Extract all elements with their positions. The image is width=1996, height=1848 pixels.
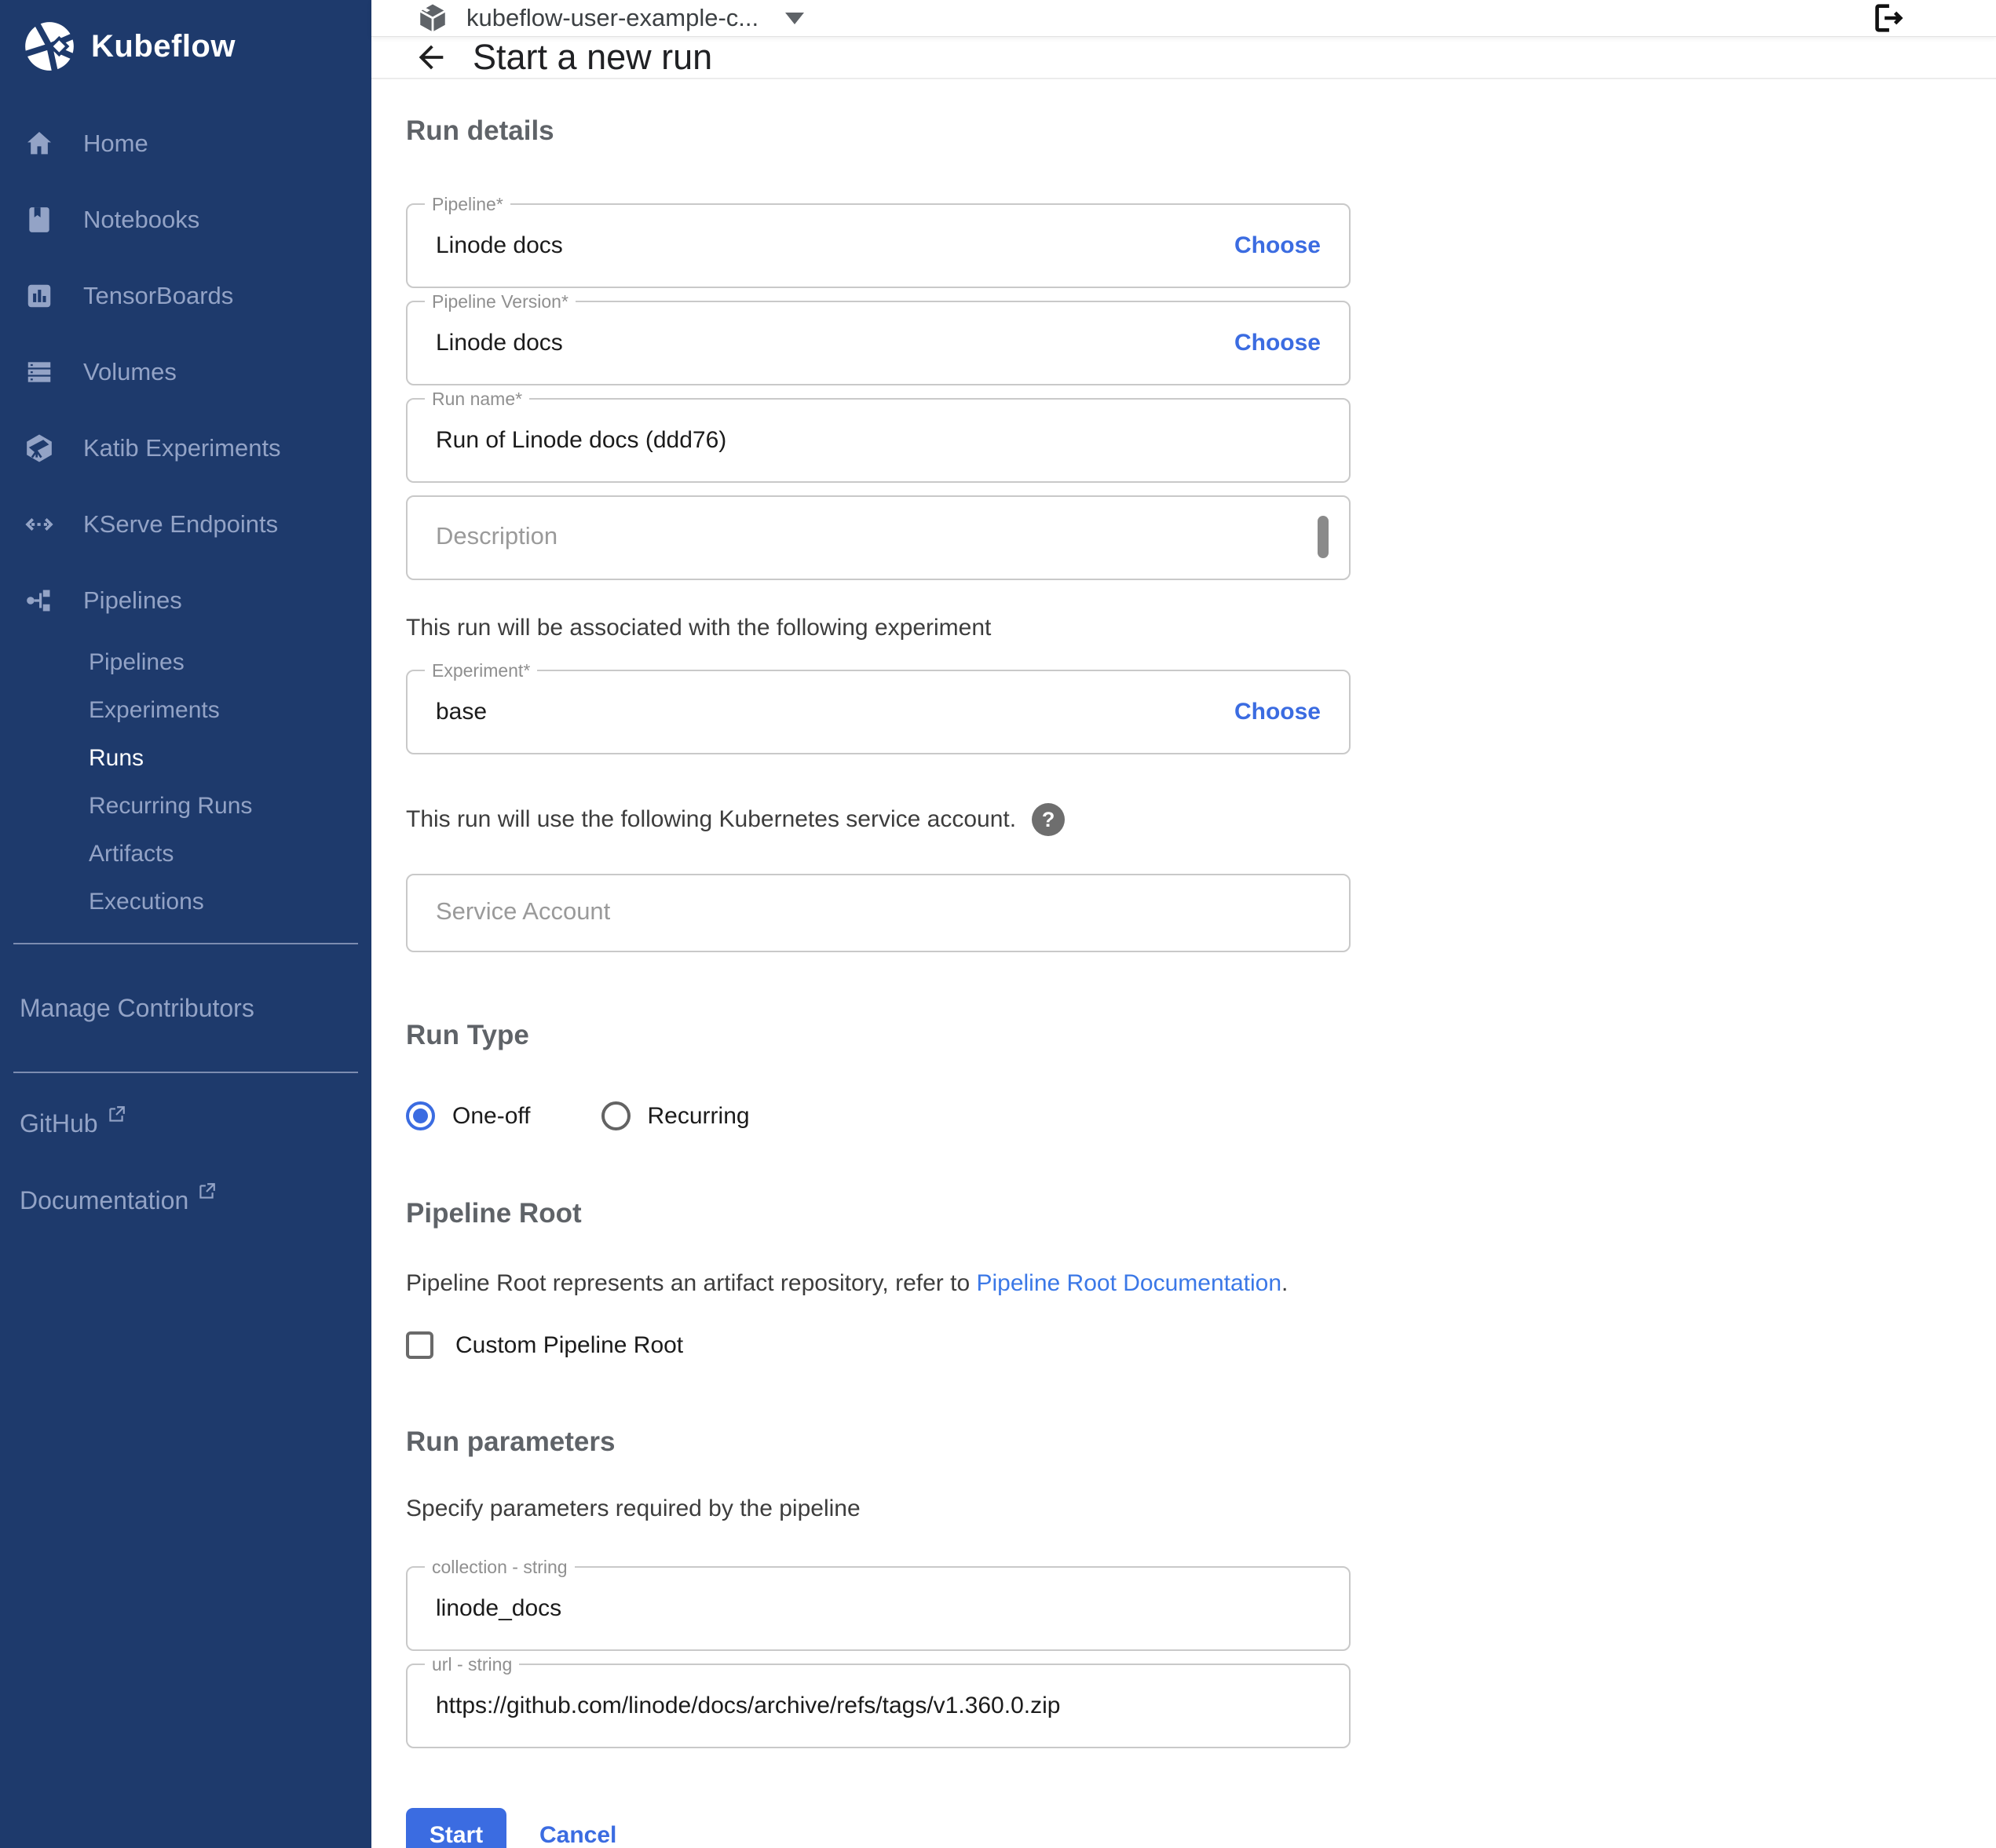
pipeline-field-label: Pipeline* [425, 192, 510, 216]
cancel-button[interactable]: Cancel [539, 1822, 616, 1848]
custom-pipeline-root-checkbox[interactable] [406, 1331, 433, 1359]
help-icon[interactable]: ? [1032, 803, 1065, 836]
endpoints-arrows-icon [24, 509, 55, 540]
sidebar-item-volumes[interactable]: Volumes [0, 334, 371, 410]
sidebar-subitem-pipelines[interactable]: Pipelines [0, 638, 371, 686]
recurring-radio-label: Recurring [648, 1103, 750, 1130]
run-name-field[interactable]: Run name* Run of Linode docs (ddd76) [406, 398, 1351, 483]
sidebar-item-label: Home [83, 130, 148, 158]
recurring-radio[interactable] [601, 1101, 631, 1130]
custom-pipeline-root-label: Custom Pipeline Root [455, 1332, 683, 1359]
sidebar-item-home[interactable]: Home [0, 105, 371, 181]
sidebar-subitem-experiments[interactable]: Experiments [0, 686, 371, 734]
topbar: kubeflow-user-example-c... [371, 0, 1996, 37]
storage-icon [24, 356, 55, 388]
sidebar-external-links: GitHub Documentation [0, 1073, 371, 1263]
form-actions: Start Cancel [406, 1808, 1384, 1848]
sidebar-item-katib-experiments[interactable]: Katib Experiments [0, 410, 371, 486]
param-collection-value: linode_docs [436, 1595, 561, 1622]
description-field[interactable]: Description [406, 495, 1351, 580]
external-link-icon [106, 1105, 126, 1125]
param-collection-field[interactable]: collection - string linode_docs [406, 1566, 1351, 1651]
run-form: Run details Pipeline* Linode docs Choose… [371, 79, 1384, 1848]
service-account-field[interactable]: Service Account [406, 874, 1351, 952]
pipeline-version-field-value: Linode docs [436, 330, 563, 356]
sidebar-item-label: Pipelines [83, 586, 182, 615]
pipeline-version-field-label: Pipeline Version* [425, 290, 576, 313]
bar-chart-icon [24, 280, 55, 312]
main-area: kubeflow-user-example-c... Start a new r… [371, 0, 1996, 1848]
experiment-choose-button[interactable]: Choose [1234, 699, 1321, 725]
sidebar-item-label: Katib Experiments [83, 434, 281, 462]
sidebar-item-label: KServe Endpoints [83, 510, 278, 539]
one-off-radio-label: One-off [452, 1103, 531, 1130]
pipeline-root-title: Pipeline Root [406, 1198, 1384, 1229]
home-icon [24, 128, 55, 159]
description-placeholder: Description [436, 522, 557, 550]
pipeline-choose-button[interactable]: Choose [1234, 232, 1321, 259]
sidebar-subitem-recurring-runs[interactable]: Recurring Runs [0, 782, 371, 830]
sidebar-item-manage-contributors[interactable]: Manage Contributors [0, 944, 371, 1072]
notebook-icon [24, 204, 55, 236]
page-title: Start a new run [473, 37, 712, 78]
pipeline-root-documentation-link[interactable]: Pipeline Root Documentation [976, 1270, 1281, 1296]
service-account-note: This run will use the following Kubernet… [406, 806, 1016, 833]
sidebar-subitem-executions[interactable]: Executions [0, 878, 371, 926]
run-type-title: Run Type [406, 1020, 1384, 1051]
sidebar-item-notebooks[interactable]: Notebooks [0, 181, 371, 257]
page-header: Start a new run [371, 37, 1996, 79]
experiment-field[interactable]: Experiment* base Choose [406, 670, 1351, 754]
one-off-radio[interactable] [406, 1101, 435, 1130]
run-details-title: Run details [406, 115, 1384, 147]
sidebar-subitem-artifacts[interactable]: Artifacts [0, 830, 371, 878]
kubeflow-logo-icon [20, 17, 79, 75]
sidebar-link-documentation[interactable]: Documentation [0, 1186, 371, 1263]
run-name-field-label: Run name* [425, 387, 529, 411]
chevron-down-icon [785, 13, 804, 24]
start-button[interactable]: Start [406, 1808, 506, 1848]
param-collection-label: collection - string [425, 1555, 575, 1579]
kubeflow-app: Kubeflow Home Notebooks TensorBoards [0, 0, 1996, 1848]
param-url-label: url - string [425, 1653, 519, 1676]
param-url-value: https://github.com/linode/docs/archive/r… [436, 1693, 1060, 1719]
namespace-name: kubeflow-user-example-c... [466, 4, 759, 32]
pipelines-graph-icon [24, 585, 55, 616]
service-account-placeholder: Service Account [436, 897, 610, 926]
run-parameters-subtitle: Specify parameters required by the pipel… [406, 1496, 1384, 1522]
experiment-note: This run will be associated with the fol… [406, 615, 1384, 641]
sidebar-item-label: Notebooks [83, 206, 199, 234]
run-type-options: One-off Recurring [406, 1101, 1384, 1130]
sidebar-item-pipelines[interactable]: Pipelines [0, 562, 371, 638]
namespace-package-icon [416, 2, 449, 35]
textarea-scrollbar-thumb[interactable] [1318, 516, 1329, 558]
pipeline-field-value: Linode docs [436, 232, 563, 259]
pipeline-version-field[interactable]: Pipeline Version* Linode docs Choose [406, 301, 1351, 385]
katib-hexagon-icon [24, 433, 55, 464]
back-arrow-icon[interactable] [413, 39, 449, 75]
sidebar-item-label: TensorBoards [83, 282, 233, 310]
sidebar-nav: Home Notebooks TensorBoards Volumes [0, 105, 371, 926]
pipeline-root-description: Pipeline Root represents an artifact rep… [406, 1270, 1384, 1297]
service-account-note-row: This run will use the following Kubernet… [406, 803, 1384, 836]
logout-icon[interactable] [1870, 0, 1906, 36]
sidebar: Kubeflow Home Notebooks TensorBoards [0, 0, 371, 1848]
sidebar-subitem-runs[interactable]: Runs [0, 734, 371, 782]
external-link-icon [196, 1181, 217, 1202]
custom-pipeline-root-row: Custom Pipeline Root [406, 1331, 1384, 1359]
param-url-field[interactable]: url - string https://github.com/linode/d… [406, 1664, 1351, 1748]
run-parameters-title: Run parameters [406, 1426, 1384, 1458]
brand-header[interactable]: Kubeflow [0, 0, 371, 93]
sidebar-link-github[interactable]: GitHub [0, 1109, 371, 1186]
run-name-field-value: Run of Linode docs (ddd76) [436, 427, 726, 454]
sidebar-item-tensorboards[interactable]: TensorBoards [0, 257, 371, 334]
sidebar-item-label: Volumes [83, 358, 177, 386]
pipeline-version-choose-button[interactable]: Choose [1234, 330, 1321, 356]
experiment-field-label: Experiment* [425, 659, 537, 682]
sidebar-item-kserve-endpoints[interactable]: KServe Endpoints [0, 486, 371, 562]
brand-name: Kubeflow [91, 29, 236, 64]
experiment-field-value: base [436, 699, 487, 725]
pipeline-field[interactable]: Pipeline* Linode docs Choose [406, 203, 1351, 288]
namespace-selector[interactable]: kubeflow-user-example-c... [416, 2, 804, 35]
